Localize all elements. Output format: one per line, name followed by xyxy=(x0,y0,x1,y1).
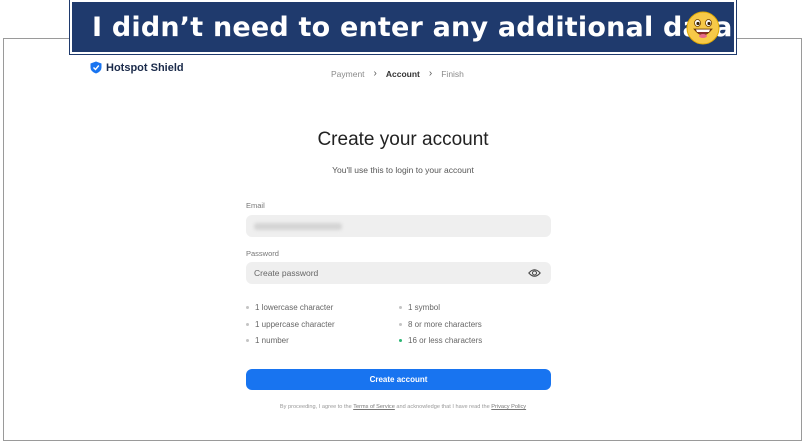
requirement-text: 8 or more characters xyxy=(408,320,482,329)
step-account: Account xyxy=(385,68,420,79)
requirement-text: 16 or less characters xyxy=(408,336,483,345)
caption-text: I didn’t need to enter any additional da… xyxy=(92,11,733,43)
requirement-text: 1 uppercase character xyxy=(255,320,335,329)
logo-text: Hotspot Shield xyxy=(106,61,184,74)
requirement-dot xyxy=(399,323,402,326)
hotspot-shield-logo[interactable]: Hotspot Shield xyxy=(90,61,184,74)
password-field[interactable]: Create password xyxy=(246,262,551,284)
terms-of-service-link[interactable]: Terms of Service xyxy=(353,404,395,410)
requirement-text: 1 lowercase character xyxy=(255,303,334,312)
grinning-face-icon xyxy=(686,11,720,45)
chevron-right-icon: › xyxy=(428,68,433,79)
show-password-eye-icon[interactable] xyxy=(528,267,541,279)
requirement-dot xyxy=(399,306,402,309)
requirement-dot xyxy=(246,323,249,326)
requirement-max-length: 16 or less characters xyxy=(399,336,482,345)
checkout-steps: Payment › Account › Finish xyxy=(331,68,464,79)
step-payment: Payment xyxy=(331,68,365,79)
requirement-dot xyxy=(246,339,249,342)
password-placeholder: Create password xyxy=(254,268,319,278)
chevron-right-icon: › xyxy=(373,68,377,79)
requirement-lowercase: 1 lowercase character xyxy=(246,303,333,312)
caption-banner: I didn’t need to enter any additional da… xyxy=(69,0,737,55)
blurred-email-value xyxy=(254,222,342,230)
create-account-button[interactable]: Create account xyxy=(246,369,551,390)
requirement-text: 1 number xyxy=(255,336,289,345)
page-subtitle: You'll use this to login to your account xyxy=(332,165,474,175)
requirement-met-dot xyxy=(399,339,402,342)
page-title: Create your account xyxy=(317,129,489,150)
legal-middle: and acknowledge that I have read the xyxy=(396,404,490,410)
legal-notice: By proceeding, I agree to the Terms of S… xyxy=(0,404,806,410)
requirement-uppercase: 1 uppercase character xyxy=(246,320,335,329)
step-finish: Finish xyxy=(441,68,464,79)
requirement-text: 1 symbol xyxy=(408,303,441,312)
email-label: Email xyxy=(246,201,265,210)
requirement-min-length: 8 or more characters xyxy=(399,320,482,329)
shield-icon xyxy=(90,61,102,74)
requirement-number: 1 number xyxy=(246,336,289,345)
password-label: Password xyxy=(246,249,279,258)
requirement-dot xyxy=(246,306,249,309)
requirement-symbol: 1 symbol xyxy=(399,303,440,312)
email-field[interactable] xyxy=(246,215,551,237)
privacy-policy-link[interactable]: Privacy Policy xyxy=(491,404,526,410)
legal-prefix: By proceeding, I agree to the xyxy=(279,404,352,410)
